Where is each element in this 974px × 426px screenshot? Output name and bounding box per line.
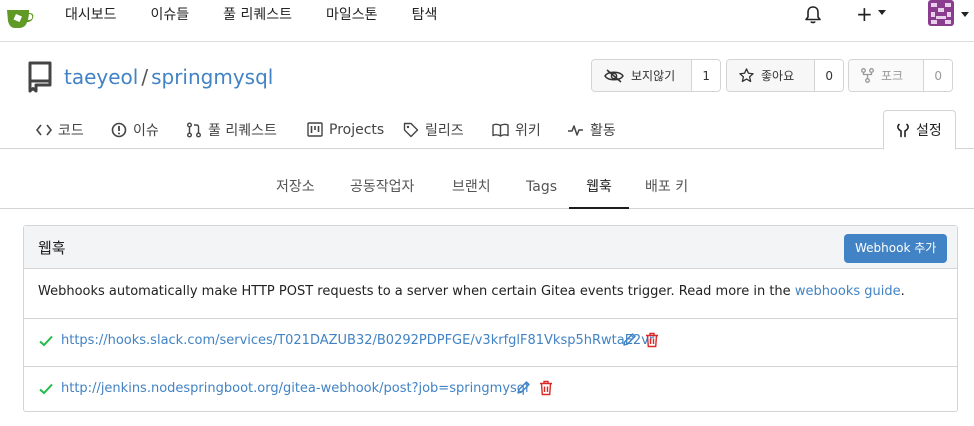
webhook-url-link[interactable]: http://jenkins.nodespringboot.org/gitea-… xyxy=(61,381,529,396)
pencil-icon[interactable] xyxy=(622,332,637,352)
star-count[interactable]: 0 xyxy=(815,60,843,91)
tab-releases[interactable]: 릴리즈 xyxy=(403,110,464,149)
watch-count[interactable]: 1 xyxy=(692,60,720,91)
main-nav: 대시보드 이슈들 풀 리퀘스트 마일스톤 탐색 xyxy=(48,0,454,30)
check-icon xyxy=(39,335,53,347)
pull-request-icon xyxy=(187,122,201,137)
panel-title: 웹훅 xyxy=(38,239,66,257)
tab-activity[interactable]: 활동 xyxy=(567,110,616,149)
tab-label: Projects xyxy=(329,121,385,138)
plus-icon[interactable]: + xyxy=(856,4,873,24)
webhook-url-link[interactable]: https://hooks.slack.com/services/T021DAZ… xyxy=(61,333,654,348)
star-icon xyxy=(739,68,754,83)
tab-code[interactable]: 코드 xyxy=(36,110,84,149)
tab-label: 릴리즈 xyxy=(425,122,464,139)
tab-repository[interactable]: 저장소 xyxy=(276,169,315,209)
repo-owner-link[interactable]: taeyeol xyxy=(64,65,138,89)
description-text: Webhooks automatically make HTTP POST re… xyxy=(38,284,795,299)
issue-icon xyxy=(111,122,127,137)
nav-milestones[interactable]: 마일스톤 xyxy=(309,0,395,30)
tab-collaborators[interactable]: 공동작업자 xyxy=(350,169,414,209)
description-end: . xyxy=(900,284,905,299)
user-menu-chevron-icon[interactable] xyxy=(961,12,969,17)
add-webhook-button[interactable]: Webhook 추가 xyxy=(844,234,948,263)
webhook-item: https://hooks.slack.com/services/T021DAZ… xyxy=(24,318,957,366)
tab-settings[interactable]: 설정 xyxy=(883,110,956,150)
tab-label: 위키 xyxy=(515,122,541,139)
watch-label: 보지않기 xyxy=(631,69,676,83)
bell-icon[interactable] xyxy=(804,5,822,25)
tag-icon xyxy=(403,122,419,137)
tab-label: 코드 xyxy=(58,122,84,139)
tab-pull-requests[interactable]: 풀 리퀘스트 xyxy=(186,110,277,149)
eye-slash-icon xyxy=(604,68,624,83)
fork-count[interactable]: 0 xyxy=(924,60,952,91)
repo-title: taeyeol / springmysql xyxy=(64,64,273,90)
check-icon xyxy=(39,383,53,395)
tab-label: 설정 xyxy=(916,123,942,139)
tab-label: 풀 리퀘스트 xyxy=(208,122,277,139)
webhook-actions xyxy=(516,380,561,400)
watch-button-group: 보지않기 1 xyxy=(591,59,721,92)
tools-icon xyxy=(897,123,909,137)
nav-pull-requests[interactable]: 풀 리퀘스트 xyxy=(206,0,309,30)
webhook-actions xyxy=(622,332,667,352)
panel-header: 웹훅 Webhook 추가 xyxy=(24,226,957,269)
pulse-icon xyxy=(568,124,583,136)
pencil-icon[interactable] xyxy=(516,380,531,400)
top-navbar: 대시보드 이슈들 풀 리퀘스트 마일스톤 탐색 + xyxy=(0,0,974,42)
nav-dashboard[interactable]: 대시보드 xyxy=(48,0,134,30)
webhooks-description: Webhooks automatically make HTTP POST re… xyxy=(38,284,905,299)
nav-explore[interactable]: 탐색 xyxy=(395,0,455,30)
webhooks-guide-link[interactable]: webhooks guide xyxy=(795,284,901,299)
project-icon xyxy=(307,122,323,137)
fork-label: 포크 xyxy=(881,69,904,83)
tab-branches[interactable]: 브랜치 xyxy=(452,169,491,209)
star-button-group: 좋아요 0 xyxy=(726,59,844,92)
book-icon xyxy=(492,123,509,137)
webhooks-panel: 웹훅 Webhook 추가 Webhooks automatically mak… xyxy=(23,225,958,412)
nav-issues[interactable]: 이슈들 xyxy=(134,0,207,30)
trash-icon[interactable] xyxy=(539,380,553,400)
trash-icon[interactable] xyxy=(645,332,659,352)
webhook-item: http://jenkins.nodespringboot.org/gitea-… xyxy=(24,366,957,414)
star-label: 좋아요 xyxy=(761,69,795,83)
tab-webhooks[interactable]: 웹훅 xyxy=(569,169,629,209)
settings-tabs: 저장소 공동작업자 브랜치 Tags 웹훅 배포 키 xyxy=(0,169,974,209)
repo-tabs: 코드 이슈 풀 리퀘스트 Projects 릴리즈 위키 활동 설정 xyxy=(0,110,974,150)
code-icon xyxy=(36,124,52,135)
tab-projects[interactable]: Projects xyxy=(307,110,384,149)
tab-issues[interactable]: 이슈 xyxy=(111,110,159,149)
tab-tags[interactable]: Tags xyxy=(526,169,557,209)
repo-separator: / xyxy=(141,65,149,89)
fork-button-group: 포크 0 xyxy=(848,59,953,92)
tab-label: 활동 xyxy=(590,122,616,139)
star-button[interactable]: 좋아요 xyxy=(727,60,816,91)
fork-button[interactable]: 포크 xyxy=(849,60,925,91)
repo-name-link[interactable]: springmysql xyxy=(151,65,273,89)
fork-icon xyxy=(861,68,874,83)
tab-label: 이슈 xyxy=(133,122,159,139)
tab-wiki[interactable]: 위키 xyxy=(492,110,541,149)
avatar[interactable] xyxy=(928,0,954,26)
gitea-logo[interactable] xyxy=(5,4,35,32)
unwatch-button[interactable]: 보지않기 xyxy=(592,60,693,91)
chevron-down-icon[interactable] xyxy=(878,10,886,15)
tab-deploy-keys[interactable]: 배포 키 xyxy=(645,169,688,209)
repo-icon xyxy=(28,61,52,93)
